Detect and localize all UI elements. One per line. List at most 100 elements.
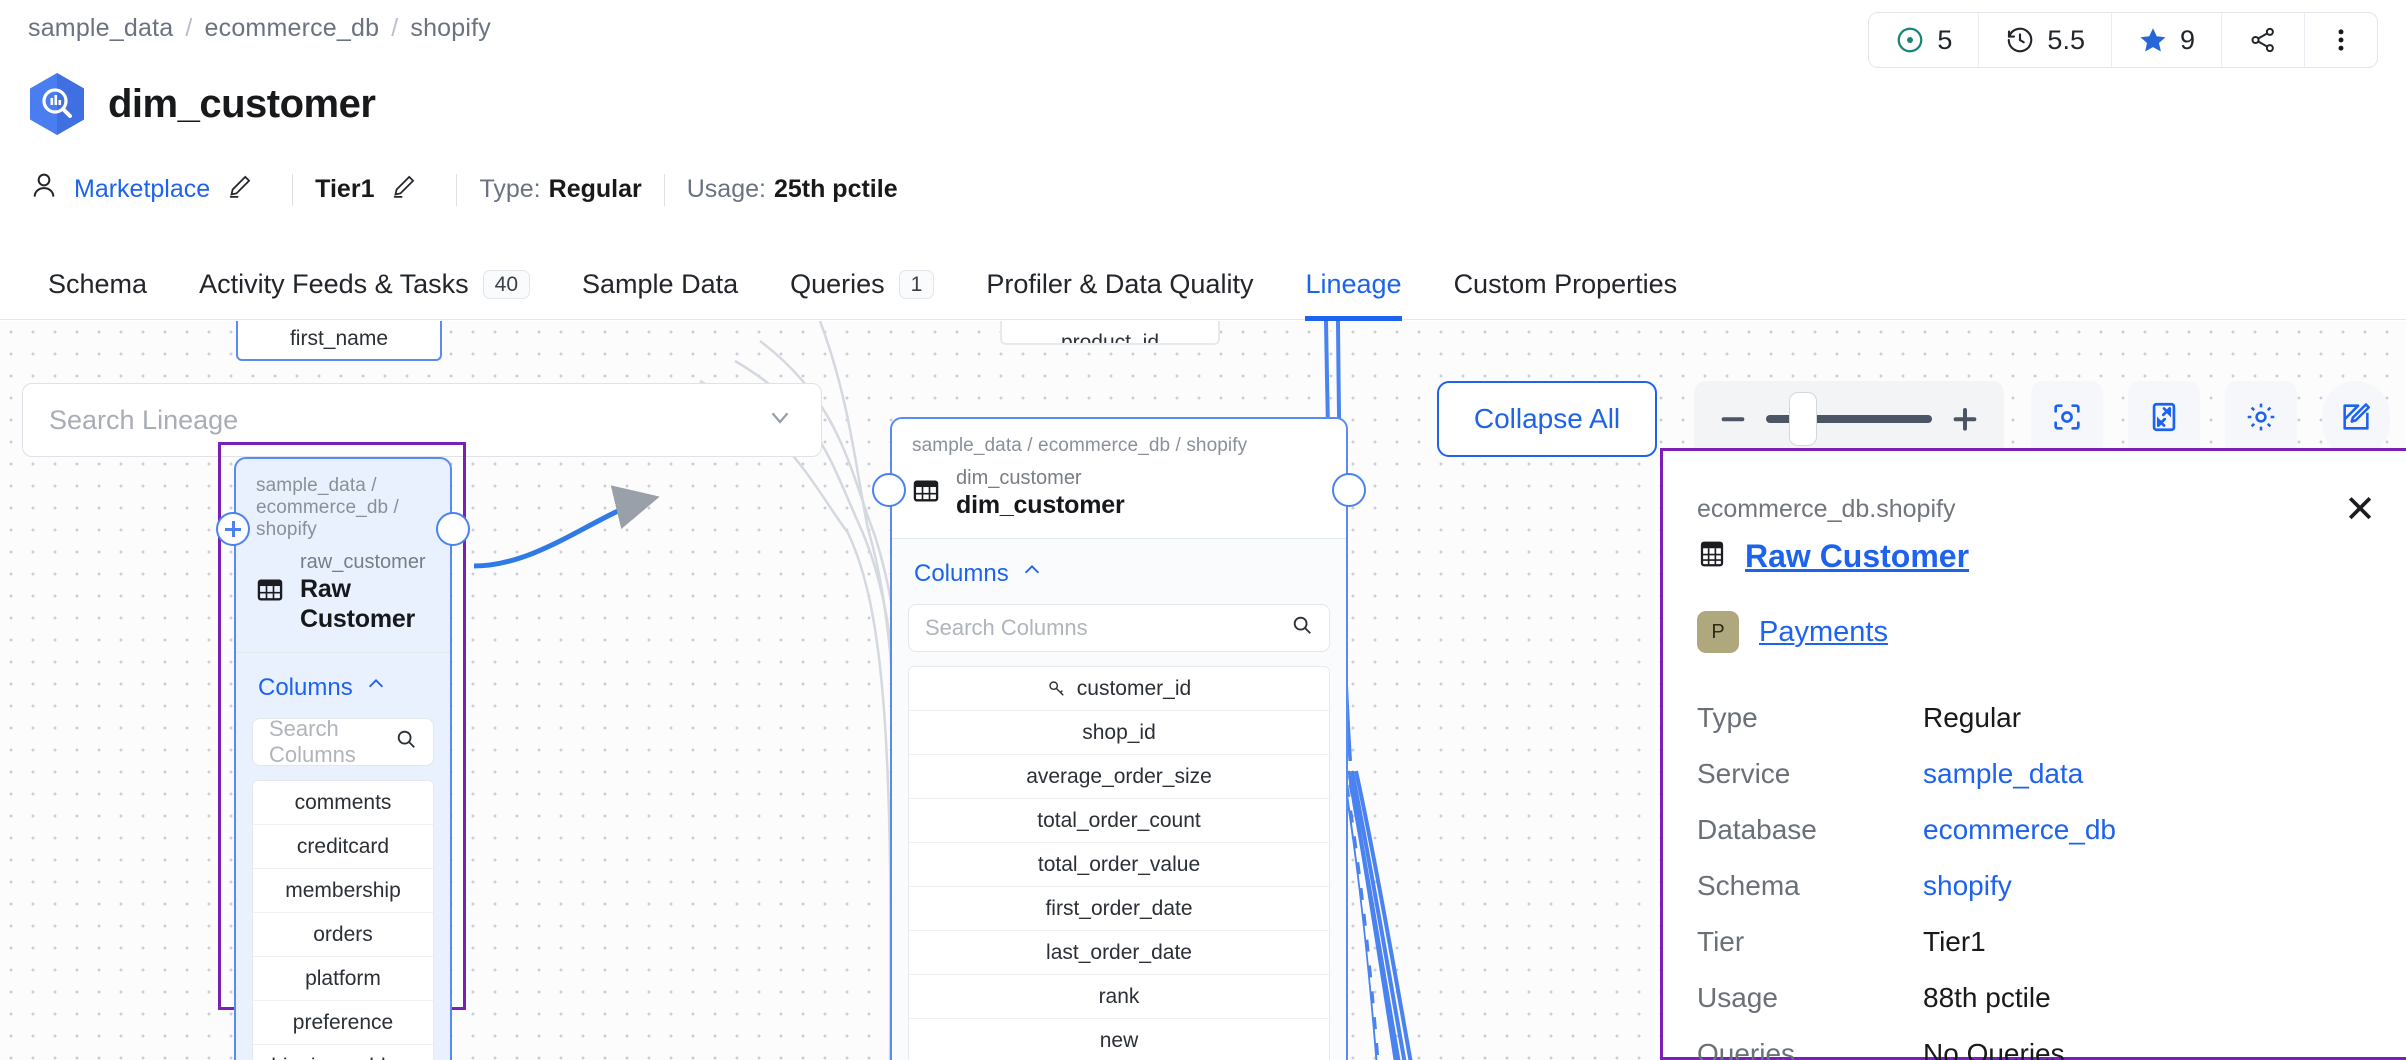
property-value[interactable]: ecommerce_db <box>1923 814 2116 846</box>
chevron-up-icon <box>365 673 387 702</box>
column-row[interactable]: orders <box>253 913 433 957</box>
owner-edit-pencil-icon[interactable] <box>226 172 254 207</box>
downstream-handle[interactable] <box>436 512 470 546</box>
share-button[interactable] <box>2222 13 2305 67</box>
tab-profiler-data-quality[interactable]: Profiler & Data Quality <box>960 250 1279 320</box>
property-value[interactable]: shopify <box>1923 870 2012 902</box>
search-lineage-input[interactable]: Search Lineage <box>22 383 822 457</box>
column-name: shop_id <box>1082 721 1156 745</box>
column-row[interactable]: platform <box>253 957 433 1001</box>
column-row[interactable]: last_order_date <box>909 931 1329 975</box>
lineage-node-raw-customer[interactable]: sample_data / ecommerce_db / shopify raw… <box>234 457 452 1060</box>
column-name: first_order_date <box>1045 897 1192 921</box>
column-row[interactable]: first_order_date <box>909 887 1329 931</box>
owner-link[interactable]: Marketplace <box>74 175 210 204</box>
column-name: comments <box>295 791 392 815</box>
tab-queries[interactable]: Queries1 <box>764 250 960 320</box>
drawer-title-link[interactable]: Raw Customer <box>1745 538 1969 575</box>
column-row[interactable]: total_order_count <box>909 799 1329 843</box>
breadcrumb-item-service[interactable]: sample_data <box>28 14 173 43</box>
table-icon <box>912 477 940 510</box>
column-row[interactable]: customer_id <box>909 667 1329 711</box>
tab-schema[interactable]: Schema <box>22 250 173 320</box>
followers-button[interactable]: 9 <box>2112 13 2222 67</box>
node-path: sample_data / ecommerce_db / shopify <box>256 475 430 541</box>
entity-meta-row: Marketplace Tier1 Type: Regular Usage: 2… <box>28 170 898 209</box>
column-row[interactable]: new <box>909 1019 1329 1060</box>
column-row[interactable]: membership <box>253 869 433 913</box>
breadcrumb-item-schema[interactable]: shopify <box>410 14 491 43</box>
close-x-icon[interactable]: ✕ <box>2344 491 2376 529</box>
drawer-property-row: Schemashopify <box>1697 863 2362 909</box>
tab-label: Profiler & Data Quality <box>986 269 1253 300</box>
breadcrumb-item-database[interactable]: ecommerce_db <box>205 14 380 43</box>
tier-edit-pencil-icon[interactable] <box>390 172 418 207</box>
tab-sample-data[interactable]: Sample Data <box>556 250 764 320</box>
column-row[interactable]: comments <box>253 781 433 825</box>
downstream-handle[interactable] <box>1332 473 1366 507</box>
column-name: platform <box>305 967 381 991</box>
tab-label: Schema <box>48 269 147 300</box>
property-key: Service <box>1697 758 1923 790</box>
tab-activity-feeds-tasks[interactable]: Activity Feeds & Tasks40 <box>173 250 556 320</box>
tab-label: Lineage <box>1305 269 1401 300</box>
lineage-node-partial-top-right[interactable]: customer_id product_id <box>1000 321 1220 345</box>
chevron-down-icon[interactable] <box>765 402 795 439</box>
star-icon <box>2138 25 2168 55</box>
column-row[interactable]: rank <box>909 975 1329 1019</box>
lineage-node-partial-top-left[interactable]: first_name <box>236 321 442 361</box>
divider <box>456 174 457 206</box>
column-name: total_order_value <box>1038 853 1200 877</box>
zoom-slider[interactable] <box>1766 415 1932 423</box>
zoom-in-button[interactable] <box>1948 402 1982 436</box>
column-row[interactable]: total_order_value <box>909 843 1329 887</box>
drawer-property-row: TypeRegular <box>1697 695 2362 741</box>
column-search-input[interactable]: Search Columns <box>252 718 434 766</box>
table-icon <box>256 576 284 609</box>
search-icon[interactable] <box>1291 614 1313 642</box>
tab-custom-properties[interactable]: Custom Properties <box>1428 250 1704 320</box>
columns-toggle[interactable]: Columns <box>252 667 434 718</box>
property-value[interactable]: sample_data <box>1923 758 2083 790</box>
tag-link[interactable]: Payments <box>1759 616 1888 649</box>
column-name: orders <box>313 923 373 947</box>
tab-lineage[interactable]: Lineage <box>1279 250 1427 320</box>
column-name: new <box>1100 1029 1139 1053</box>
fit-view-button[interactable] <box>2031 381 2103 457</box>
zoom-control[interactable] <box>1694 381 2004 457</box>
fullscreen-button[interactable] <box>2128 381 2200 457</box>
column-row[interactable]: shop_id <box>909 711 1329 755</box>
center-focus-icon <box>2050 400 2084 439</box>
expand-upstream-handle[interactable] <box>216 512 250 546</box>
search-icon[interactable] <box>395 728 417 756</box>
votes-button[interactable]: 5 <box>1869 13 1979 67</box>
column-name: customer_id <box>1077 677 1191 701</box>
version-button[interactable]: 5.5 <box>1979 13 2112 67</box>
column-row[interactable]: creditcard <box>253 825 433 869</box>
column-row[interactable]: shipping_address <box>253 1045 433 1060</box>
page-title: dim_customer <box>108 82 375 127</box>
upstream-handle[interactable] <box>872 473 906 507</box>
column-row[interactable]: average_order_size <box>909 755 1329 799</box>
more-options-button[interactable] <box>2305 13 2377 67</box>
collapse-all-button[interactable]: Collapse All <box>1437 381 1657 457</box>
drawer-property-rows: TypeRegularServicesample_dataDatabaseeco… <box>1697 695 2362 1060</box>
column-search-input[interactable]: Search Columns <box>908 604 1330 652</box>
column-row[interactable]: preference <box>253 1001 433 1045</box>
entity-tabs: Schema Activity Feeds & Tasks40 Sample D… <box>0 250 2406 320</box>
edit-lineage-button[interactable] <box>2322 381 2390 457</box>
columns-toggle[interactable]: Columns <box>908 553 1330 604</box>
lineage-node-dim-customer[interactable]: sample_data / ecommerce_db / shopify dim… <box>890 417 1348 1060</box>
node-header: sample_data / ecommerce_db / shopify dim… <box>892 419 1346 538</box>
version-number: 5.5 <box>2047 25 2085 56</box>
property-value: 88th pctile <box>1923 982 2051 1014</box>
zoom-out-button[interactable] <box>1716 402 1750 436</box>
lineage-settings-button[interactable] <box>2225 381 2297 457</box>
columns-label: Columns <box>258 674 353 702</box>
edit-pencil-square-icon <box>2339 400 2373 439</box>
node-fqn: dim_customer <box>956 467 1125 490</box>
type-value: Regular <box>549 175 642 204</box>
zoom-slider-knob[interactable] <box>1789 392 1817 446</box>
search-lineage-placeholder: Search Lineage <box>49 405 238 436</box>
columns-label: Columns <box>914 560 1009 588</box>
